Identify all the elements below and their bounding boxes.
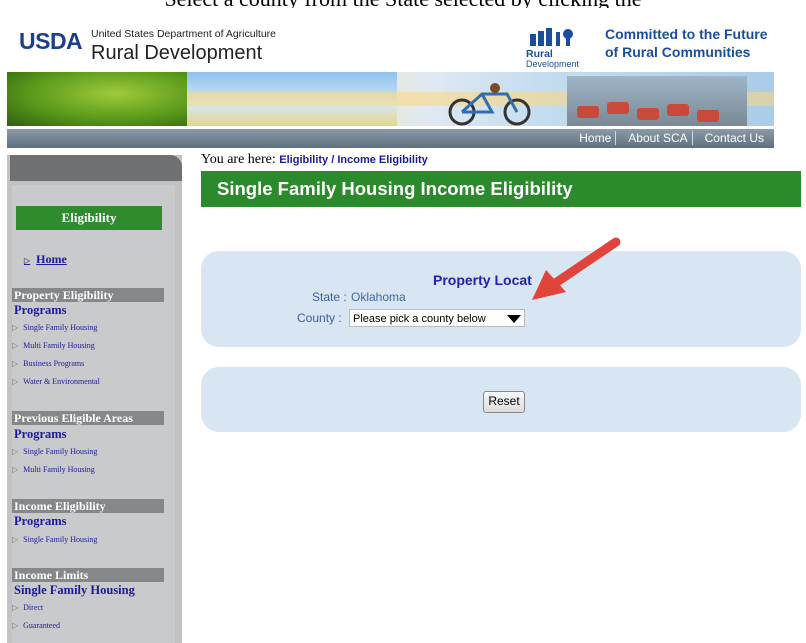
food-tray — [607, 102, 629, 114]
top-nav-links: Home About SCA Contact Us — [575, 131, 768, 145]
county-label: County : — [297, 311, 342, 325]
sidebar-section-heading: Income Limits — [12, 568, 164, 582]
food-tray — [577, 106, 599, 118]
nav-home-link[interactable]: Home — [575, 131, 615, 145]
state-value: Oklahoma — [351, 290, 406, 304]
sidebar-link-label[interactable]: Guaranteed — [23, 621, 60, 630]
sidebar-subheading: Programs — [14, 303, 67, 317]
red-annotation-arrow — [532, 237, 621, 300]
sidebar-link[interactable]: ▷ Multi Family Housing — [12, 465, 95, 474]
food-tray — [667, 104, 689, 116]
breadcrumb: You are here: Eligibility / Income Eligi… — [201, 152, 428, 168]
reset-button[interactable]: Reset — [483, 391, 525, 413]
rd-logo-icon — [530, 28, 573, 46]
sidebar-subheading: Single Family Housing — [14, 583, 135, 597]
sidebar-link-label[interactable]: Water & Environmental — [23, 377, 100, 386]
slogan: Committed to the Future of Rural Communi… — [605, 25, 768, 61]
usda-logo[interactable]: USDA — [19, 28, 83, 55]
sidebar-subheading: Programs — [14, 514, 67, 528]
triangle-icon: ▷ — [12, 341, 19, 350]
sidebar-subheading: Programs — [14, 427, 67, 441]
triangle-icon: ▷ — [12, 465, 19, 474]
food-tray — [637, 108, 659, 120]
sidebar-section-heading: Income Eligibility — [12, 499, 164, 513]
sidebar-link-label[interactable]: Multi Family Housing — [23, 341, 95, 350]
sidebar-link-label[interactable]: Single Family Housing — [23, 447, 97, 456]
county-select-value: Please pick a county below — [353, 313, 486, 325]
agency-name: Rural Development — [91, 42, 263, 64]
property-location-heading: Property Locat — [433, 272, 532, 288]
header-banner-image — [7, 72, 774, 126]
sidebar-link[interactable]: ▷ Direct — [12, 603, 43, 612]
property-location-panel: Property Locat State : Oklahoma County :… — [201, 251, 801, 347]
nav-contact-link[interactable]: Contact Us — [701, 131, 768, 145]
triangle-icon: ▷ — [12, 323, 19, 332]
sidebar-link-label[interactable]: Single Family Housing — [23, 323, 97, 332]
slogan-line-2: of Rural Communities — [605, 44, 751, 60]
banner-leaf-image — [7, 72, 187, 126]
triangle-icon: ▷ — [12, 359, 19, 368]
nav-about-link[interactable]: About SCA — [624, 131, 691, 145]
triangle-icon: ▷ — [12, 535, 19, 544]
sidebar-link[interactable]: ▷ Water & Environmental — [12, 377, 100, 386]
sidebar-link[interactable]: ▷ Single Family Housing — [12, 323, 97, 332]
reset-panel: Reset — [201, 367, 801, 432]
sidebar-link[interactable]: ▷ Guaranteed — [12, 621, 60, 630]
sidebar-section-heading: Property Eligibility — [12, 288, 164, 302]
sidebar-link[interactable]: ▷ Single Family Housing — [12, 447, 97, 456]
sidebar-section-heading: Previous Eligible Areas — [12, 411, 164, 425]
site-header: USDA United States Department of Agricul… — [7, 22, 774, 70]
sidebar-eligibility-header: Eligibility — [16, 206, 162, 230]
triangle-icon: ▷ — [12, 603, 19, 612]
top-nav-bar: Home About SCA Contact Us — [7, 129, 774, 148]
page-caption: Select a county from the State selected … — [0, 0, 806, 8]
dropdown-arrow-icon[interactable] — [507, 315, 521, 323]
triangle-icon: ▷ — [12, 447, 19, 456]
sidebar-home-link[interactable]: ▷ Home — [24, 252, 67, 267]
sidebar-link[interactable]: ▷ Business Programs — [12, 359, 84, 368]
rd-logo-subtext: Development — [526, 59, 580, 69]
sidebar-top-tab — [10, 155, 182, 181]
sidebar-home-label[interactable]: Home — [36, 252, 67, 266]
sidebar-link-label[interactable]: Business Programs — [23, 359, 84, 368]
triangle-icon: ▷ — [12, 621, 19, 630]
slogan-line-1: Committed to the Future — [605, 26, 768, 42]
sidebar-link[interactable]: ▷ Single Family Housing — [12, 535, 97, 544]
food-tray — [697, 110, 719, 122]
triangle-icon: ▷ — [24, 256, 31, 265]
sidebar-link[interactable]: ▷ Multi Family Housing — [12, 341, 95, 350]
sidebar-link-label[interactable]: Single Family Housing — [23, 535, 97, 544]
page-title-bar: Single Family Housing Income Eligibility — [201, 171, 801, 207]
state-label: State : — [312, 290, 347, 304]
bicycle-icon — [448, 83, 531, 126]
triangle-icon: ▷ — [12, 377, 19, 386]
rural-development-logo: Rural Development — [522, 26, 582, 70]
page-title: Single Family Housing Income Eligibility — [217, 178, 573, 199]
breadcrumb-path[interactable]: Eligibility / Income Eligibility — [279, 154, 428, 166]
sidebar-link-label[interactable]: Direct — [23, 603, 43, 612]
sidebar-link-label[interactable]: Multi Family Housing — [23, 465, 95, 474]
banner-food-image — [567, 76, 747, 126]
department-name: United States Department of Agriculture — [91, 28, 277, 40]
county-select[interactable]: Please pick a county below — [349, 309, 525, 327]
breadcrumb-prefix: You are here: — [201, 152, 276, 167]
